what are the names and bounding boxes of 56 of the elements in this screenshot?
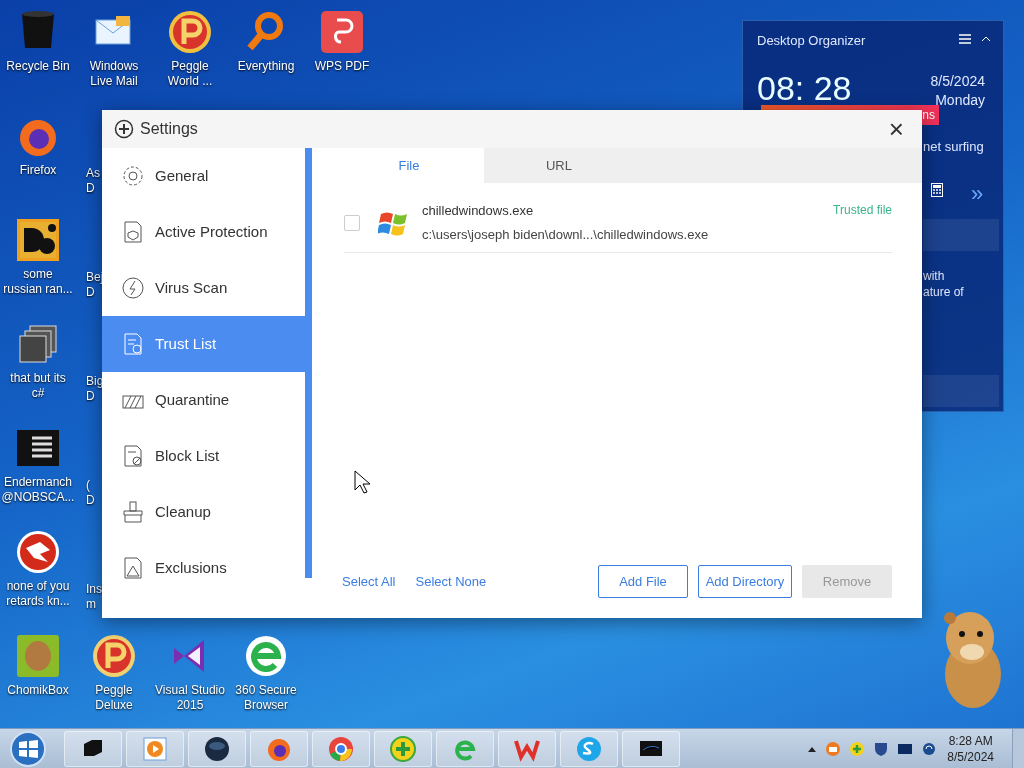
checkbox[interactable] (344, 214, 360, 231)
action-button[interactable]: Add File (598, 564, 688, 598)
icon-label: that but its c# (10, 371, 66, 401)
icon-label: Recycle Bin (6, 59, 70, 74)
icon-label: some russian ran... (3, 267, 73, 297)
tab[interactable]: File (334, 148, 484, 183)
expand-button[interactable]: » (971, 177, 984, 210)
window-title: Settings (140, 119, 198, 139)
calculator-icon[interactable] (931, 183, 943, 197)
info-text: net surfing (923, 138, 984, 156)
icon-label: Everything (237, 59, 295, 74)
plus-circle-icon (114, 119, 134, 139)
taskbar-button[interactable] (188, 730, 246, 767)
taskbar-button[interactable] (64, 730, 122, 767)
icon-label: Ins m (86, 582, 102, 612)
cursor-icon (354, 470, 370, 494)
icon-label: Peggle World ... (167, 59, 213, 89)
document-block-icon (121, 444, 145, 468)
document-warning-icon (121, 556, 145, 580)
icon-label: Endermanch @NOBSCA... (1, 475, 75, 505)
icon-label: Peggle Deluxe (95, 683, 133, 713)
taskbar-button[interactable] (622, 730, 680, 767)
start-orb-icon[interactable] (8, 728, 48, 768)
icon-label: Windows Live Mail (89, 59, 139, 89)
link[interactable]: Select None (415, 571, 487, 591)
file-status: Trusted file (833, 202, 892, 219)
document-check-icon (121, 332, 145, 356)
action-button[interactable]: Add Directory (698, 564, 792, 598)
icon-label: Firefox (19, 163, 57, 178)
scroll-bar[interactable] (305, 148, 312, 578)
globe-icon (204, 735, 230, 762)
icon-label: ChomikBox (7, 683, 69, 698)
shield-icon[interactable] (873, 740, 890, 757)
icon-label: Bej D (86, 270, 104, 300)
icon-label: none of you retards kn... (6, 579, 70, 609)
icon-label: As D (86, 166, 100, 196)
clock-time: 8:28 AM (947, 732, 994, 749)
play-icon (142, 735, 168, 762)
file-path: c:\users\joseph biden\downl...\chilledwindows.exe (422, 225, 709, 244)
icon-label: ( D (86, 478, 95, 508)
plus-circle-icon (390, 735, 416, 762)
shield-document-icon (121, 220, 145, 244)
icon-label: Visual Studio 2015 (155, 683, 225, 713)
taskbar-button[interactable] (250, 730, 308, 767)
widget-title: Desktop Organizer (757, 32, 866, 50)
icon-label: WPS PDF (314, 59, 370, 74)
info-text: with (923, 268, 945, 285)
taskbar-clock[interactable]: 8:28 AM 8/5/2024 (947, 732, 994, 765)
menu-icon[interactable] (958, 33, 972, 45)
gear-icon (121, 164, 145, 188)
info-text: ature of (923, 284, 964, 301)
file-name: chilledwindows.exe (422, 202, 535, 220)
date-text: 8/5/2024 (930, 72, 985, 91)
link[interactable]: Select All (342, 571, 396, 591)
clock-date: 8/5/2024 (947, 748, 994, 765)
icon-label: 360 Secure Browser (235, 683, 297, 713)
